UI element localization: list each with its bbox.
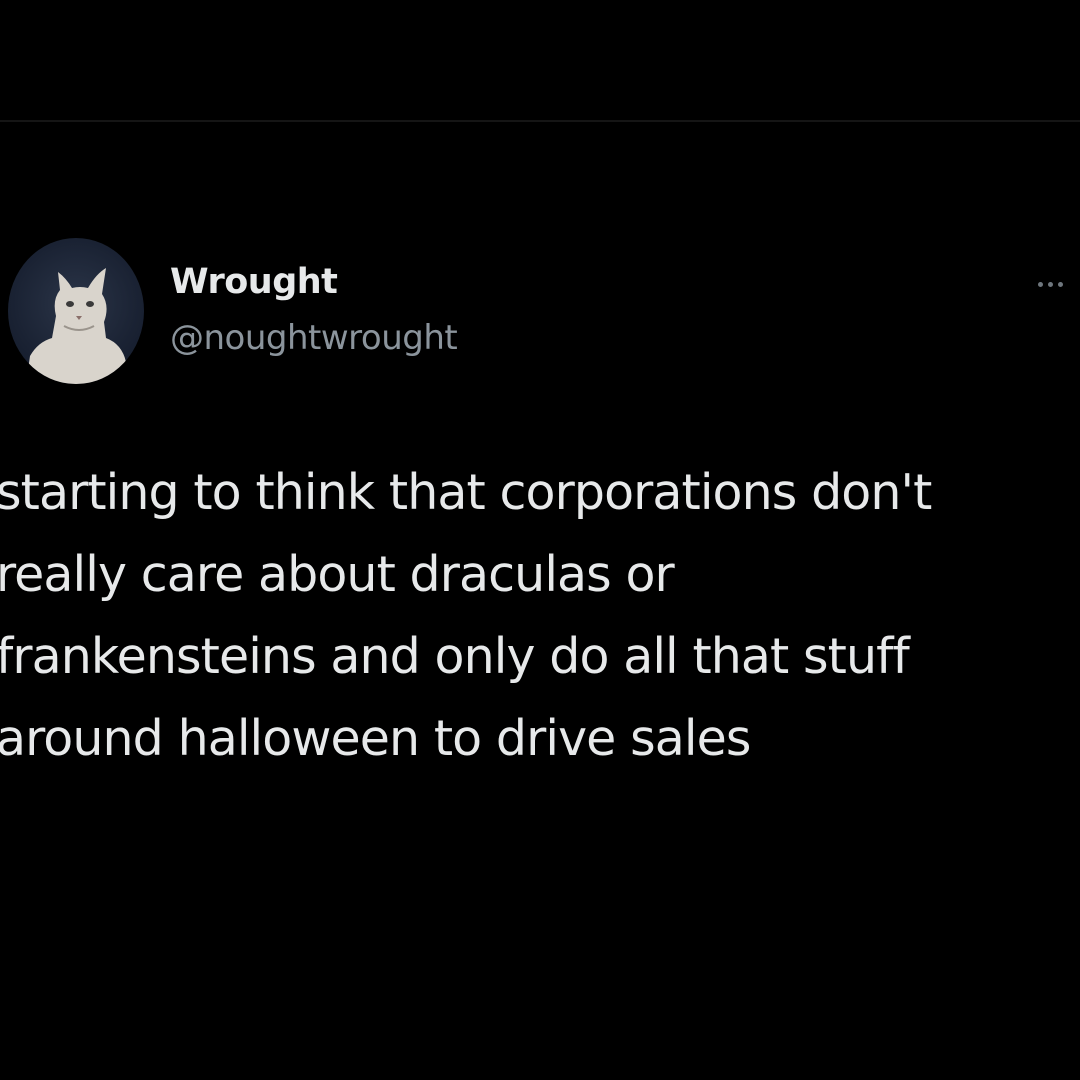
tweet-card: Wrought @noughtwrought starting to think… (0, 0, 1080, 1080)
more-options-button[interactable] (1038, 272, 1080, 296)
author-display-name[interactable]: Wrought (170, 262, 338, 302)
tweet-text: starting to think that corporations don'… (0, 452, 1076, 780)
avatar[interactable] (8, 238, 144, 384)
tweet-text-line: frankensteins and only do all that stuff (0, 628, 910, 685)
more-horizontal-icon-dot (1058, 281, 1063, 287)
tweet-text-line: around halloween to drive sales (0, 710, 751, 767)
author-handle[interactable]: @noughtwrought (170, 318, 458, 358)
cat-avatar-icon (26, 268, 128, 384)
tweet-text-line: starting to think that corporations don'… (0, 464, 932, 521)
tweet-text-line: really care about draculas or (0, 546, 675, 603)
more-horizontal-icon (1038, 281, 1043, 287)
more-horizontal-icon-dot (1048, 281, 1053, 287)
